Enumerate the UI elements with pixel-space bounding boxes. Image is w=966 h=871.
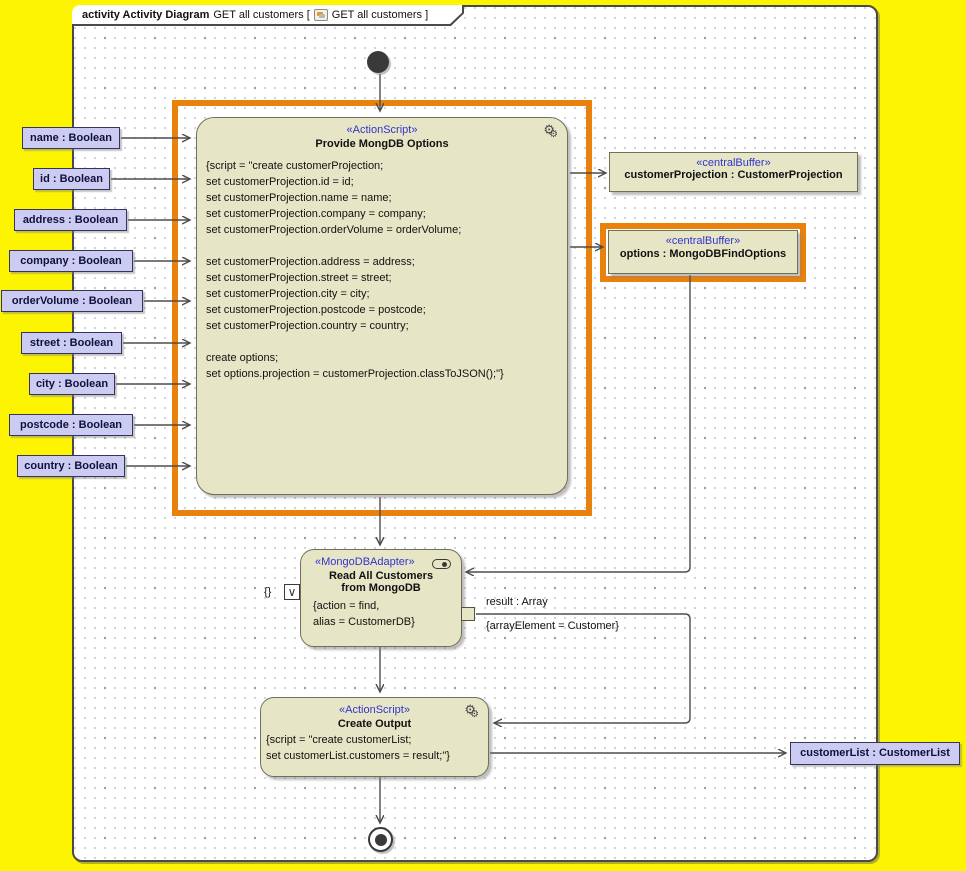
value-pin-braces-label: {} <box>264 586 271 598</box>
activity-final-node-dot <box>375 834 387 846</box>
parameter-node-postcode[interactable]: postcode : Boolean <box>9 414 133 436</box>
action-read-all-customers[interactable]: «MongoDBAdapter» Read All Customers from… <box>300 549 462 647</box>
result-output-pin[interactable] <box>461 607 475 621</box>
value-pin[interactable]: ∨ <box>284 584 300 600</box>
parameter-node-street[interactable]: street : Boolean <box>21 332 122 354</box>
activity-final-node[interactable] <box>368 827 393 852</box>
result-pin-constraint: {arrayElement = Customer} <box>486 620 619 632</box>
action-provide-mongodb-options[interactable]: «ActionScript» Provide MongDB Options {s… <box>196 117 568 495</box>
provide-action-script: {script = "create customerProjection; se… <box>197 150 567 382</box>
provide-action-title: Provide MongDB Options <box>197 138 567 150</box>
parameter-node-name[interactable]: name : Boolean <box>22 127 120 149</box>
provide-action-stereotype: «ActionScript» <box>197 118 567 136</box>
gears-icon: ⚙⚙ <box>543 123 558 140</box>
value-pin-check-icon: ∨ <box>288 585 297 599</box>
parameter-node-ordervolume[interactable]: orderVolume : Boolean <box>1 290 143 312</box>
mongodb-adapter-icon-dot <box>442 562 447 567</box>
action-create-output[interactable]: «ActionScript» Create Output {script = "… <box>260 697 489 777</box>
read-action-body: {action = find, alias = CustomerDB} <box>301 594 461 630</box>
create-action-title: Create Output <box>261 718 488 730</box>
result-pin-label: result : Array <box>486 596 548 608</box>
customerprojection-label: customerProjection : CustomerProjection <box>610 169 857 181</box>
parameter-node-customerlist[interactable]: customerList : CustomerList <box>790 742 960 765</box>
parameter-node-country[interactable]: country : Boolean <box>17 455 125 477</box>
central-buffer-customerprojection[interactable]: «centralBuffer» customerProjection : Cus… <box>609 152 858 192</box>
parameter-node-city[interactable]: city : Boolean <box>29 373 115 395</box>
central-buffer-options[interactable]: «centralBuffer» options : MongoDBFindOpt… <box>608 230 798 274</box>
create-action-script: {script = "create customerList; set cust… <box>261 730 488 764</box>
options-stereotype: «centralBuffer» <box>609 231 797 247</box>
mongodb-adapter-icon <box>432 559 451 569</box>
gears-icon: ⚙⚙ <box>464 703 479 720</box>
parameter-node-id[interactable]: id : Boolean <box>33 168 110 190</box>
parameter-node-company[interactable]: company : Boolean <box>9 250 133 272</box>
parameter-node-address[interactable]: address : Boolean <box>14 209 127 231</box>
initial-node[interactable] <box>367 51 389 73</box>
options-label: options : MongoDBFindOptions <box>609 248 797 260</box>
read-action-title: Read All Customers from MongoDB <box>301 570 461 594</box>
customerprojection-stereotype: «centralBuffer» <box>610 153 857 169</box>
create-action-stereotype: «ActionScript» <box>261 698 488 716</box>
